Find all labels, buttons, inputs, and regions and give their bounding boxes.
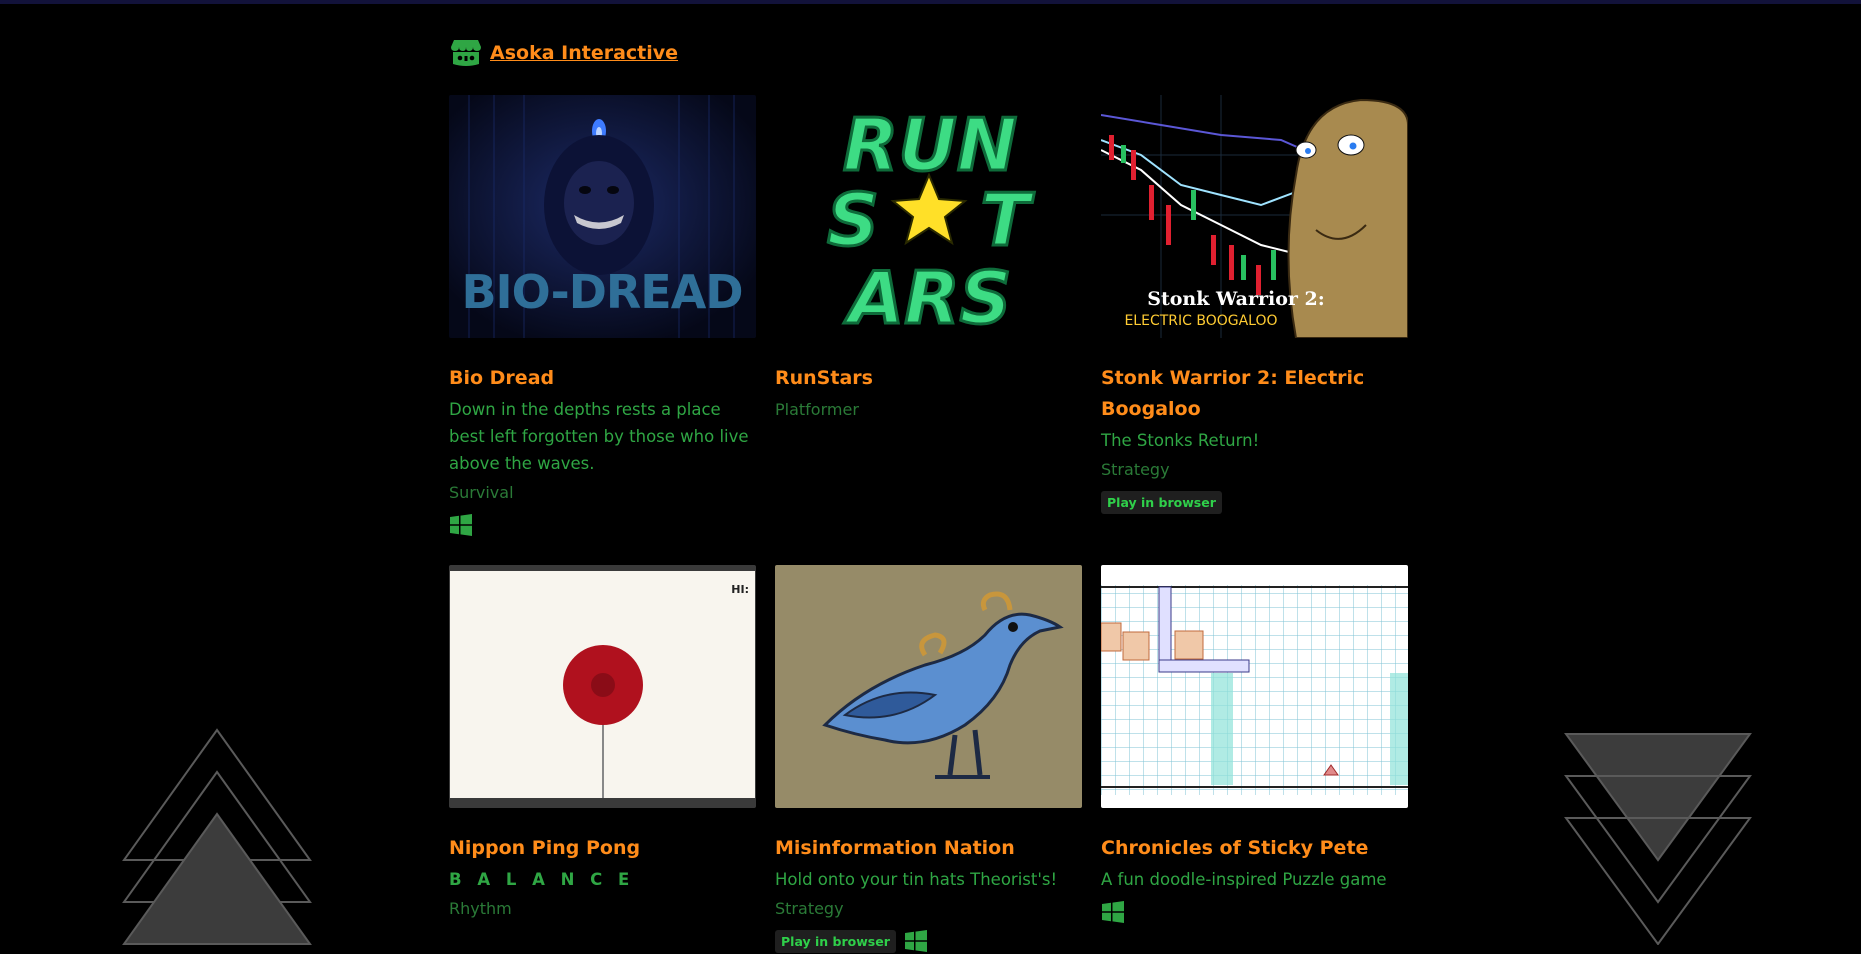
game-genre: Platformer: [775, 400, 859, 419]
game-thumbnail[interactable]: Stonk Warrior 2: ELECTRIC BOOGALOO: [1101, 95, 1408, 338]
game-genre: Rhythm: [449, 899, 512, 918]
thumb-text: BIO-DREAD: [461, 265, 742, 319]
thumb-text: RUN: [843, 103, 1017, 187]
game-thumbnail[interactable]: BIO-DREAD: [449, 95, 756, 338]
windows-icon: [1102, 901, 1124, 923]
play-in-browser-badge: Play in browser: [775, 929, 896, 953]
game-description: A fun doodle-inspired Puzzle game: [1101, 870, 1387, 889]
game-thumbnail[interactable]: [1101, 565, 1408, 808]
game-genre: Survival: [449, 483, 514, 502]
game-thumbnail[interactable]: HI:: [449, 565, 756, 808]
game-card-runstars: RUN S T ARS RunStars Platformer: [775, 95, 1082, 423]
game-thumbnail[interactable]: RUN S T ARS: [775, 95, 1082, 338]
game-description: Down in the depths rests a place best le…: [449, 400, 749, 473]
game-title[interactable]: Nippon Ping Pong: [449, 833, 756, 864]
itchio-icon: [451, 40, 481, 66]
thumb-text: T: [980, 178, 1034, 262]
triangles-up-decoration: [122, 728, 312, 945]
game-title[interactable]: RunStars: [775, 363, 1082, 394]
publisher-link[interactable]: Asoka Interactive: [490, 42, 678, 64]
play-in-browser-badge: Play in browser: [1101, 490, 1222, 514]
publisher-header: Asoka Interactive: [450, 38, 678, 68]
thumb-text: ARS: [843, 256, 1011, 338]
windows-icon: [904, 930, 927, 952]
game-genre: Strategy: [775, 899, 844, 918]
game-card-chronicles-of-sticky-pete: Chronicles of Sticky Pete A fun doodle-i…: [1101, 565, 1408, 925]
game-thumbnail[interactable]: [775, 565, 1082, 808]
game-card-nippon-ping-pong: HI: Nippon Ping Pong B A L A N C E Rhyth…: [449, 565, 756, 922]
thumb-text: HI:: [731, 583, 749, 596]
game-title[interactable]: Bio Dread: [449, 363, 756, 394]
thumb-text: S: [827, 178, 879, 262]
game-description: Hold onto your tin hats Theorist's!: [775, 870, 1058, 889]
game-title[interactable]: Stonk Warrior 2: Electric Boogaloo: [1101, 363, 1408, 425]
game-card-bio-dread: BIO-DREAD Bio Dread Down in the depths r…: [449, 95, 756, 538]
thumb-text: ELECTRIC BOOGALOO: [1124, 313, 1277, 329]
game-genre: Strategy: [1101, 460, 1170, 479]
game-description: The Stonks Return!: [1101, 431, 1260, 450]
game-title[interactable]: Misinformation Nation: [775, 833, 1082, 864]
game-card-stonk-warrior-2: Stonk Warrior 2: ELECTRIC BOOGALOO Stonk…: [1101, 95, 1408, 515]
game-title[interactable]: Chronicles of Sticky Pete: [1101, 833, 1408, 864]
triangles-down-decoration: [1564, 733, 1752, 945]
top-bar: [0, 0, 1861, 4]
game-card-misinformation-nation: Misinformation Nation Hold onto your tin…: [775, 565, 1082, 954]
thumb-text: Stonk Warrior 2:: [1147, 288, 1325, 310]
game-description: B A L A N C E: [449, 870, 635, 889]
windows-icon: [450, 514, 472, 536]
